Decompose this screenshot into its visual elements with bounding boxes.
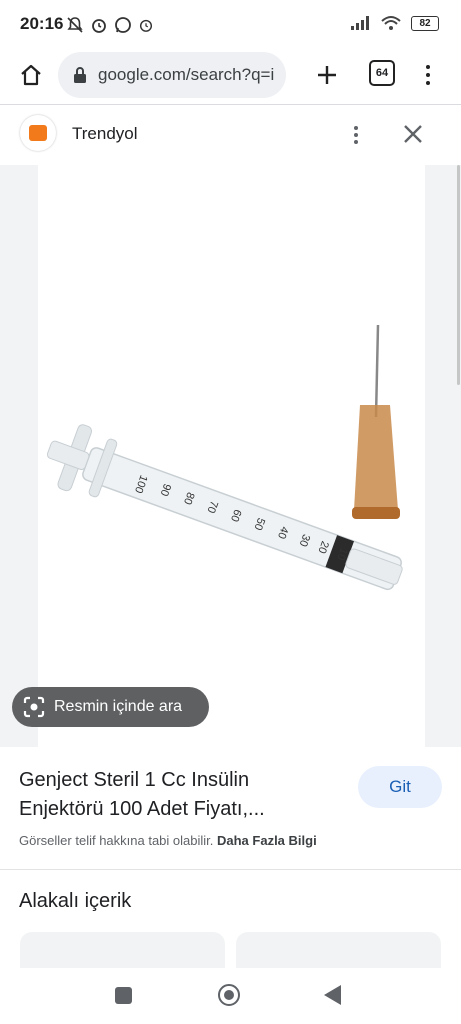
search-in-image-label: Resmin içinde ara [54, 698, 183, 715]
section-divider [0, 869, 461, 870]
new-tab-button[interactable] [312, 58, 342, 92]
syringe-image: 100 90 80 70 60 50 40 30 20 10 [46, 324, 403, 591]
system-nav-bar [0, 968, 461, 1024]
menu-dot-icon [354, 140, 358, 144]
related-card[interactable] [20, 932, 225, 972]
home-button[interactable] [14, 58, 48, 92]
source-name[interactable]: Trendyol [72, 124, 138, 144]
close-button[interactable] [400, 121, 426, 147]
home-nav-button[interactable] [218, 984, 240, 1006]
copyright-notice: Görseller telif hakkına tabi olabilir. D… [19, 833, 317, 848]
lock-icon [74, 67, 86, 83]
tab-switcher-button[interactable]: 64 [369, 60, 395, 86]
status-time: 20:16 [20, 14, 64, 33]
more-options-button[interactable] [346, 123, 366, 147]
back-button[interactable] [324, 985, 341, 1005]
more-info-link[interactable]: Daha Fazla Bilgi [217, 833, 317, 848]
home-icon [21, 64, 41, 86]
copyright-text: Görseller telif hakkına tabi olabilir. [19, 833, 214, 848]
close-icon [404, 125, 422, 143]
alarm-icon [92, 19, 106, 33]
status-system-icons: 82 [351, 15, 439, 31]
image-preview-area: 100 90 80 70 60 50 40 30 20 10 [0, 165, 461, 747]
whatsapp-icon [115, 17, 131, 33]
trendyol-logo-icon [29, 125, 47, 141]
alarm-small-icon [139, 19, 153, 32]
related-heading: Alakalı içerik [19, 890, 132, 912]
menu-dot-icon [354, 133, 358, 137]
lens-icon [23, 696, 45, 718]
browser-toolbar: google.com/search?q=i 64 [0, 48, 461, 104]
product-image[interactable]: 100 90 80 70 60 50 40 30 20 10 [38, 165, 425, 747]
result-title[interactable]: Genject Steril 1 Cc Insülin Enjektörü 10… [19, 766, 339, 824]
status-notification-icons [66, 14, 154, 36]
signal-icon [351, 16, 369, 30]
visit-button[interactable]: Git [358, 766, 442, 808]
recents-button[interactable] [115, 987, 132, 1004]
status-bar: 20:16 82 [0, 0, 461, 48]
related-card[interactable] [236, 932, 441, 972]
url-text: google.com/search?q=i [98, 65, 275, 84]
menu-dot-icon [354, 126, 358, 130]
wifi-icon [381, 16, 401, 30]
address-bar[interactable]: google.com/search?q=i [58, 52, 286, 98]
menu-dot-icon [426, 81, 430, 85]
plus-icon [318, 66, 336, 84]
menu-dot-icon [426, 65, 430, 69]
source-header: Trendyol [0, 105, 461, 165]
notifications-off-icon [67, 17, 83, 33]
battery-icon: 82 [411, 15, 439, 31]
scrollbar[interactable] [457, 165, 460, 385]
trendyol-logo[interactable] [20, 115, 56, 151]
browser-menu-button[interactable] [416, 58, 440, 92]
search-in-image-button[interactable]: Resmin içinde ara [12, 687, 209, 727]
menu-dot-icon [426, 73, 430, 77]
